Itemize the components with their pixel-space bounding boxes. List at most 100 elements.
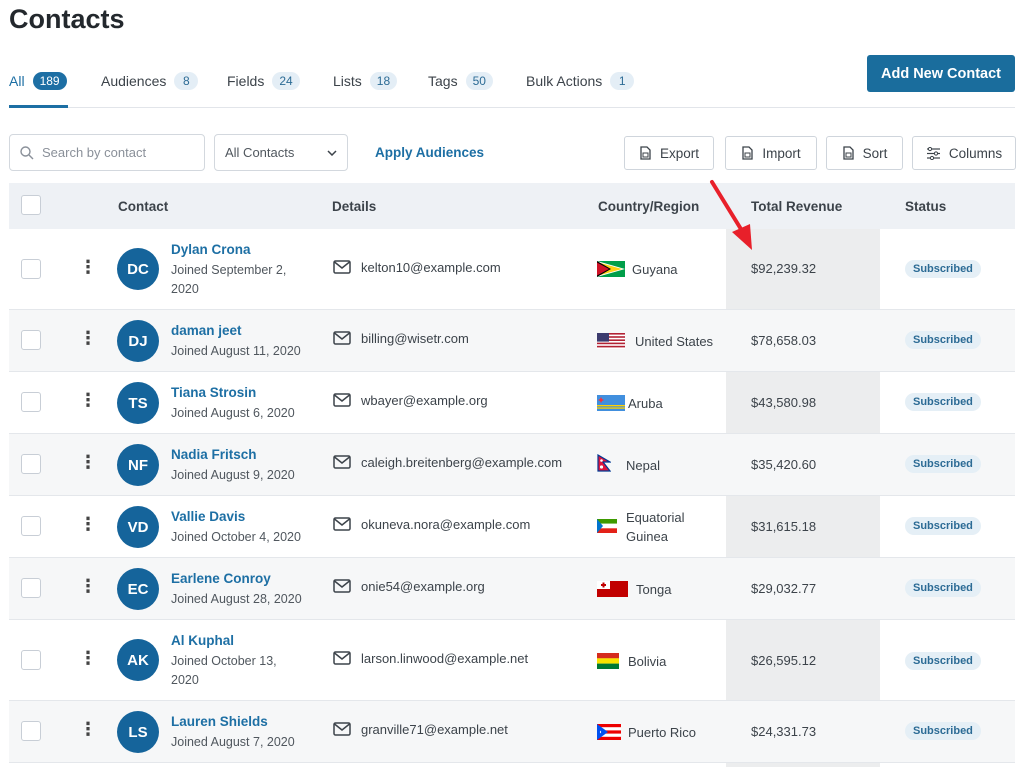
table-row[interactable]: ⋮ EC Earlene Conroy Joined August 28, 20… <box>9 558 1015 620</box>
contact-name[interactable]: Al Kuphal <box>171 633 234 648</box>
apply-audiences-link[interactable]: Apply Audiences <box>375 145 484 160</box>
contact-name[interactable]: Earlene Conroy <box>171 571 271 586</box>
table-row[interactable]: ⋮ NF Nadia Fritsch Joined August 9, 2020… <box>9 434 1015 496</box>
row-checkbox[interactable] <box>21 650 41 670</box>
tab-all-label: All <box>9 73 25 89</box>
audience-select-value: All Contacts <box>225 145 295 160</box>
import-icon <box>742 146 754 160</box>
columns-icon <box>926 146 940 160</box>
row-checkbox[interactable] <box>21 516 41 536</box>
row-checkbox[interactable] <box>21 259 41 279</box>
sort-button[interactable]: Sort <box>826 136 903 170</box>
contact-joined: Joined August 6, 2020 <box>171 406 295 420</box>
contact-email: kelton10@example.com <box>361 260 501 275</box>
row-checkbox[interactable] <box>21 578 41 598</box>
avatar: LS <box>117 711 159 753</box>
contact-joined: Joined September 2, 2020 <box>171 263 287 296</box>
export-button[interactable]: Export <box>624 136 714 170</box>
add-new-contact-button[interactable]: Add New Contact <box>867 55 1015 92</box>
row-checkbox[interactable] <box>21 454 41 474</box>
flag-icon <box>597 581 628 597</box>
row-checkbox[interactable] <box>21 721 41 741</box>
header-details[interactable]: Details <box>332 199 376 214</box>
import-label: Import <box>762 145 801 161</box>
tab-bulk-actions-label: Bulk Actions <box>526 73 603 89</box>
select-all-checkbox[interactable] <box>21 195 41 215</box>
tab-tags-count: 50 <box>465 72 493 90</box>
tab-lists-count: 18 <box>369 72 398 90</box>
table-row[interactable]: ⋮ TS Tiana Strosin Joined August 6, 2020… <box>9 372 1015 434</box>
search-box <box>9 134 205 171</box>
contact-name[interactable]: Dylan Crona <box>171 242 251 257</box>
contact-name[interactable]: Lauren Shields <box>171 714 268 729</box>
table-row[interactable]: ⋮ DC Dylan Crona Joined September 2, 202… <box>9 229 1015 310</box>
sort-icon <box>842 146 854 160</box>
avatar: DC <box>117 248 159 290</box>
header-total-revenue[interactable]: Total Revenue <box>751 199 842 214</box>
active-tab-indicator <box>9 105 68 108</box>
avatar: EC <box>117 568 159 610</box>
search-input[interactable] <box>42 145 192 160</box>
contact-country: Equatorial Guinea <box>626 510 685 544</box>
status-badge: Subscribed <box>905 652 981 670</box>
tab-fields-label: Fields <box>227 73 265 89</box>
contact-revenue: $35,420.60 <box>751 457 817 472</box>
kebab-icon[interactable]: ⋮ <box>79 648 97 669</box>
contact-name[interactable]: Nadia Fritsch <box>171 447 257 462</box>
flag-icon <box>597 395 625 411</box>
contact-country: Nepal <box>626 458 660 473</box>
flag-icon <box>597 261 625 277</box>
header-country[interactable]: Country/Region <box>598 199 699 214</box>
header-status[interactable]: Status <box>905 199 946 214</box>
kebab-icon[interactable]: ⋮ <box>79 514 97 535</box>
contact-revenue: $29,032.77 <box>751 581 817 596</box>
tab-bulk-actions-count: 1 <box>610 72 635 90</box>
contact-name[interactable]: daman jeet <box>171 323 242 338</box>
flag-icon <box>597 653 619 669</box>
import-button[interactable]: Import <box>725 136 817 170</box>
flag-icon <box>597 519 617 533</box>
table-row[interactable]: ⋮ VD Vallie Davis Joined October 4, 2020… <box>9 496 1015 558</box>
table-row[interactable]: ⋮ DJ daman jeet Joined August 11, 2020 b… <box>9 310 1015 372</box>
avatar: VD <box>117 506 159 548</box>
contact-email: caleigh.breitenberg@example.com <box>361 455 563 470</box>
tab-lists[interactable]: Lists 18 <box>333 72 398 90</box>
tab-bulk-actions[interactable]: Bulk Actions 1 <box>526 72 635 90</box>
row-checkbox[interactable] <box>21 330 41 350</box>
mail-icon <box>333 651 351 665</box>
mail-icon <box>333 722 351 736</box>
kebab-icon[interactable]: ⋮ <box>79 576 97 597</box>
contact-email: granville71@example.net <box>361 722 508 737</box>
status-badge: Subscribed <box>905 455 981 473</box>
tab-fields[interactable]: Fields 24 <box>227 72 300 90</box>
columns-button[interactable]: Columns <box>912 136 1016 170</box>
contact-joined: Joined August 9, 2020 <box>171 468 295 482</box>
avatar: AK <box>117 639 159 681</box>
contacts-table: Contact Details Country/Region Total Rev… <box>9 183 1015 763</box>
tab-all-count: 189 <box>32 72 67 90</box>
kebab-icon[interactable]: ⋮ <box>79 257 97 278</box>
audience-select[interactable]: All Contacts <box>214 134 348 171</box>
status-badge: Subscribed <box>905 260 981 278</box>
tab-all[interactable]: All 189 <box>9 72 67 90</box>
contact-revenue: $78,658.03 <box>751 333 817 348</box>
flag-icon <box>597 454 611 472</box>
contact-name[interactable]: Vallie Davis <box>171 509 245 524</box>
tab-audiences[interactable]: Audiences 8 <box>101 72 199 90</box>
contact-joined: Joined October 13, 2020 <box>171 654 277 687</box>
mail-icon <box>333 331 351 345</box>
header-contact[interactable]: Contact <box>118 199 168 214</box>
contact-joined: Joined August 7, 2020 <box>171 735 295 749</box>
kebab-icon[interactable]: ⋮ <box>79 328 97 349</box>
table-row[interactable]: ⋮ LS Lauren Shields Joined August 7, 202… <box>9 701 1015 763</box>
row-checkbox[interactable] <box>21 392 41 412</box>
contact-name[interactable]: Tiana Strosin <box>171 385 256 400</box>
kebab-icon[interactable]: ⋮ <box>79 719 97 740</box>
table-row[interactable]: ⋮ AK Al Kuphal Joined October 13, 2020 l… <box>9 620 1015 701</box>
kebab-icon[interactable]: ⋮ <box>79 452 97 473</box>
kebab-icon[interactable]: ⋮ <box>79 390 97 411</box>
contact-revenue: $31,615.18 <box>751 519 817 534</box>
tab-lists-label: Lists <box>333 73 362 89</box>
tab-audiences-label: Audiences <box>101 73 167 89</box>
tab-tags[interactable]: Tags 50 <box>428 72 493 90</box>
